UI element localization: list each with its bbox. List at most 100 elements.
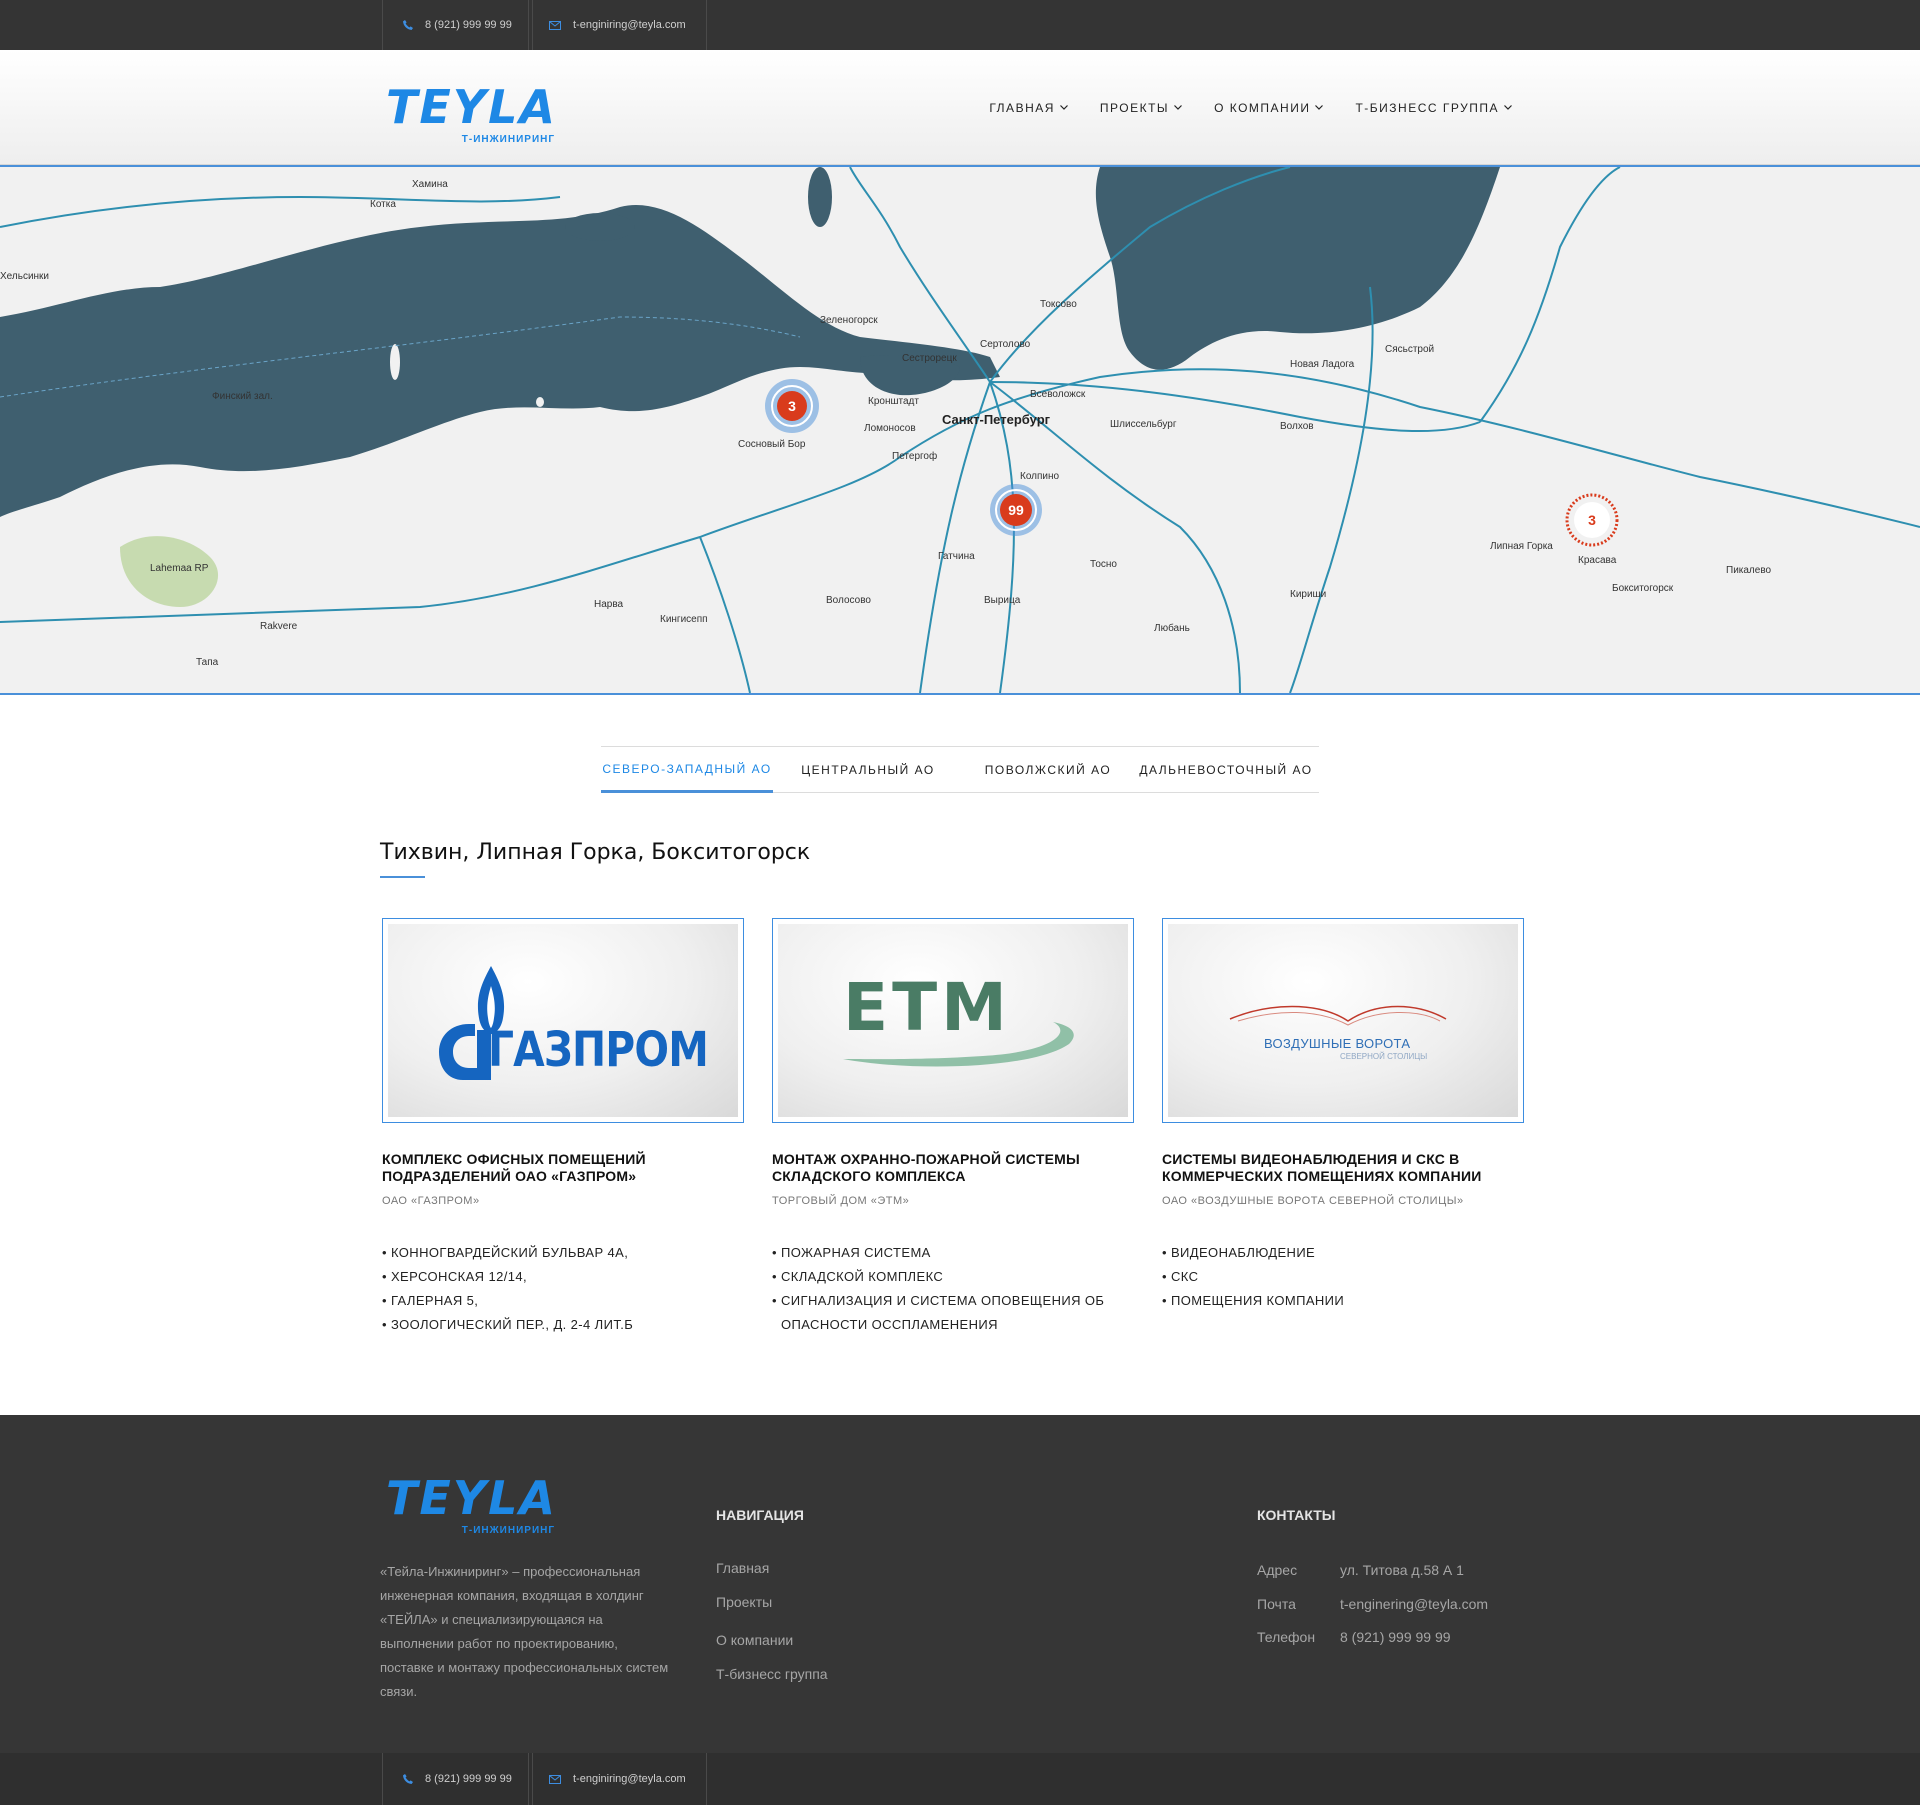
map-marker-spb[interactable]: 99 xyxy=(990,484,1042,536)
footer-nav-heading: Навигация xyxy=(716,1507,804,1523)
footer-logo[interactable]: TEYLA Т-ИНЖИНИРИНГ xyxy=(386,1471,558,1536)
footer-nav-home[interactable]: Главная xyxy=(716,1560,828,1577)
nav-label: О компании xyxy=(1214,100,1311,115)
project-card-title[interactable]: Монтаж охранно-пожарной системы складско… xyxy=(772,1151,1134,1185)
footer-nav-business-group[interactable]: Т-бизнесс группа xyxy=(716,1666,828,1683)
nav-item-business-group[interactable]: Т-Бизнесс группа xyxy=(1355,101,1512,115)
pulkovo-subtitle: СЕВЕРНОЙ СТОЛИЦЫ xyxy=(1340,1052,1428,1061)
marker-count: 3 xyxy=(1588,512,1596,528)
top-phone[interactable]: 8 (921) 999 99 99 xyxy=(382,0,533,50)
map-label-boksitogorsk: Бокситогорск xyxy=(1612,583,1674,594)
contact-value[interactable]: t-enginering@teyla.com xyxy=(1340,1596,1488,1612)
footer-contacts-heading: Контакты xyxy=(1257,1507,1336,1523)
map-label-kolpino: Колпино xyxy=(1020,471,1060,482)
gazprom-wordmark: ГАЗПРОМ xyxy=(488,1022,709,1078)
project-card-etm[interactable]: ETM Монтаж охранно-пожарной системы скла… xyxy=(772,918,1134,1337)
logo-tagline: Т-ИНЖИНИРИНГ xyxy=(461,1525,556,1536)
map-label-lomonosov: Ломоносов xyxy=(864,423,916,434)
tab-northwest[interactable]: Северо-Западный АО xyxy=(601,747,773,793)
list-item: Помещения компании xyxy=(1162,1289,1524,1313)
map-label-kirishi: Кириши xyxy=(1290,589,1326,600)
projects-map[interactable]: Санкт-Петербург Кронштадт Сосновый Бор Л… xyxy=(0,165,1920,695)
chevron-down-icon xyxy=(1174,105,1182,110)
project-card-client: ОАО «Воздушные ворота северной столицы» xyxy=(1162,1195,1464,1207)
project-card-list: Конногвардейский бульвар 4А, Херсонская … xyxy=(382,1241,744,1337)
list-item: Складской комплекс xyxy=(772,1265,1134,1289)
map-label-kingisepp: Кингисепп xyxy=(660,614,708,625)
map-label-kronshtadt: Кронштадт xyxy=(868,396,919,407)
map-label-finsky-zaliv: Финский зал. xyxy=(212,391,273,402)
contact-value[interactable]: 8 (921) 999 99 99 xyxy=(1340,1629,1451,1645)
map-label-shlisselburg: Шлиссельбург xyxy=(1110,418,1177,430)
contact-label: Телефон xyxy=(1257,1629,1316,1645)
top-email-text: t-enginiring@teyla.com xyxy=(573,19,686,31)
etm-logo: ETM xyxy=(778,924,1128,1117)
top-phone-text: 8 (921) 999 99 99 xyxy=(425,19,512,31)
logo-wordmark: TEYLA xyxy=(386,80,558,134)
footer-nav-about[interactable]: О компании xyxy=(716,1632,828,1649)
logo-wordmark: TEYLA xyxy=(386,1471,558,1525)
main-nav: Главная Проекты О компании Т-Бизнесс гру… xyxy=(957,50,1512,165)
map-label-novaya-ladoga: Новая Ладога xyxy=(1290,359,1355,370)
footer-nav-projects[interactable]: Проекты xyxy=(716,1594,828,1611)
region-title-underline xyxy=(380,876,425,878)
map-label-peterhof: Петергоф xyxy=(892,450,937,462)
project-card-gazprom[interactable]: ГАЗПРОМ Комплекс офисных помещений подра… xyxy=(382,918,744,1337)
map-label-sertolovo: Сертолово xyxy=(980,339,1031,350)
project-card-image[interactable]: ГАЗПРОМ xyxy=(382,918,744,1123)
list-item: СКС xyxy=(1162,1265,1524,1289)
map-label-sestroretsk: Сестрорецк xyxy=(902,353,957,364)
tab-far-east[interactable]: Дальневосточный АО xyxy=(1133,747,1319,793)
contact-address: Адрес ул. Титова д.58 А 1 xyxy=(1257,1562,1464,1578)
bottom-phone[interactable]: 8 (921) 999 99 99 xyxy=(382,1753,533,1805)
nav-label: Главная xyxy=(989,100,1055,115)
project-card-title[interactable]: Системы видеонаблюдения и СКС в коммерче… xyxy=(1162,1151,1524,1185)
list-item: Сигнализация и система оповещения об опа… xyxy=(772,1289,1134,1337)
map-label-gatchina: Гатчина xyxy=(938,551,975,562)
chevron-down-icon xyxy=(1504,105,1512,110)
contact-value: ул. Титова д.58 А 1 xyxy=(1340,1562,1464,1578)
project-card-title[interactable]: Комплекс офисных помещений подразделений… xyxy=(382,1151,744,1185)
site-footer: TEYLA Т-ИНЖИНИРИНГ «Тейла-Инжиниринг» – … xyxy=(0,1415,1920,1753)
top-email[interactable]: t-enginiring@teyla.com xyxy=(528,0,707,50)
list-item: Галерная 5, xyxy=(382,1289,744,1313)
map-canvas[interactable]: Санкт-Петербург Кронштадт Сосновый Бор Л… xyxy=(0,167,1920,693)
region-tabs: Северо-Западный АО Центральный АО Поволж… xyxy=(601,746,1319,793)
bottom-email[interactable]: t-enginiring@teyla.com xyxy=(528,1753,707,1805)
list-item: Зоологический пер., д. 2-4 лит.Б xyxy=(382,1313,744,1337)
tab-central[interactable]: Центральный АО xyxy=(773,747,963,793)
region-title: Тихвин, Липная Горка, Бокситогорск xyxy=(380,840,811,865)
map-label-volkhov: Волхов xyxy=(1280,421,1314,432)
project-card-list: Видеонаблюдение СКС Помещения компании xyxy=(1162,1241,1524,1313)
footer-about-text: «Тейла-Инжиниринг» – профессиональная ин… xyxy=(380,1564,669,1699)
map-label-sosnovy-bor: Сосновый Бор xyxy=(738,439,806,450)
tab-volga[interactable]: Поволжский АО xyxy=(963,747,1133,793)
project-card-image[interactable]: ETM xyxy=(772,918,1134,1123)
chevron-down-icon xyxy=(1059,105,1068,110)
bottom-contact-bar: 8 (921) 999 99 99 t-enginiring@teyla.com xyxy=(0,1753,1920,1805)
project-card-image[interactable]: ВОЗДУШНЫЕ ВОРОТА СЕВЕРНОЙ СТОЛИЦЫ xyxy=(1162,918,1524,1123)
list-item: Видеонаблюдение xyxy=(1162,1241,1524,1265)
map-marker-sosnovy-bor[interactable]: 3 xyxy=(765,379,819,433)
nav-item-about[interactable]: О компании xyxy=(1214,100,1324,115)
map-label-lipnaya-gorka: Липная Горка xyxy=(1490,541,1553,552)
gazprom-logo: ГАЗПРОМ xyxy=(388,924,738,1117)
project-card-pulkovo[interactable]: ВОЗДУШНЫЕ ВОРОТА СЕВЕРНОЙ СТОЛИЦЫ Систем… xyxy=(1162,918,1524,1313)
bottom-phone-text: 8 (921) 999 99 99 xyxy=(425,1773,512,1785)
map-label-hamina: Хамина xyxy=(412,179,448,190)
header-logo[interactable]: TEYLA Т-ИНЖИНИРИНГ xyxy=(386,80,558,145)
map-label-helsinki: Хельсинки xyxy=(0,271,49,282)
project-card-client: ОАО «Газпром» xyxy=(382,1195,480,1207)
pulkovo-wordmark: ВОЗДУШНЫЕ ВОРОТА xyxy=(1264,1036,1411,1051)
nav-item-projects[interactable]: Проекты xyxy=(1100,101,1182,115)
wings-icon xyxy=(1229,1005,1447,1026)
nav-item-home[interactable]: Главная xyxy=(989,101,1068,115)
phone-icon xyxy=(403,1774,413,1784)
list-item: Херсонская 12/14, xyxy=(382,1265,744,1289)
chevron-down-icon xyxy=(1315,105,1324,110)
map-label-narva: Нарва xyxy=(594,599,624,610)
contact-label: Адрес xyxy=(1257,1562,1298,1578)
map-label-lahemaa: Lahemaa RP xyxy=(150,563,209,574)
marker-count: 99 xyxy=(1008,502,1024,518)
nav-label: Проекты xyxy=(1099,100,1170,115)
